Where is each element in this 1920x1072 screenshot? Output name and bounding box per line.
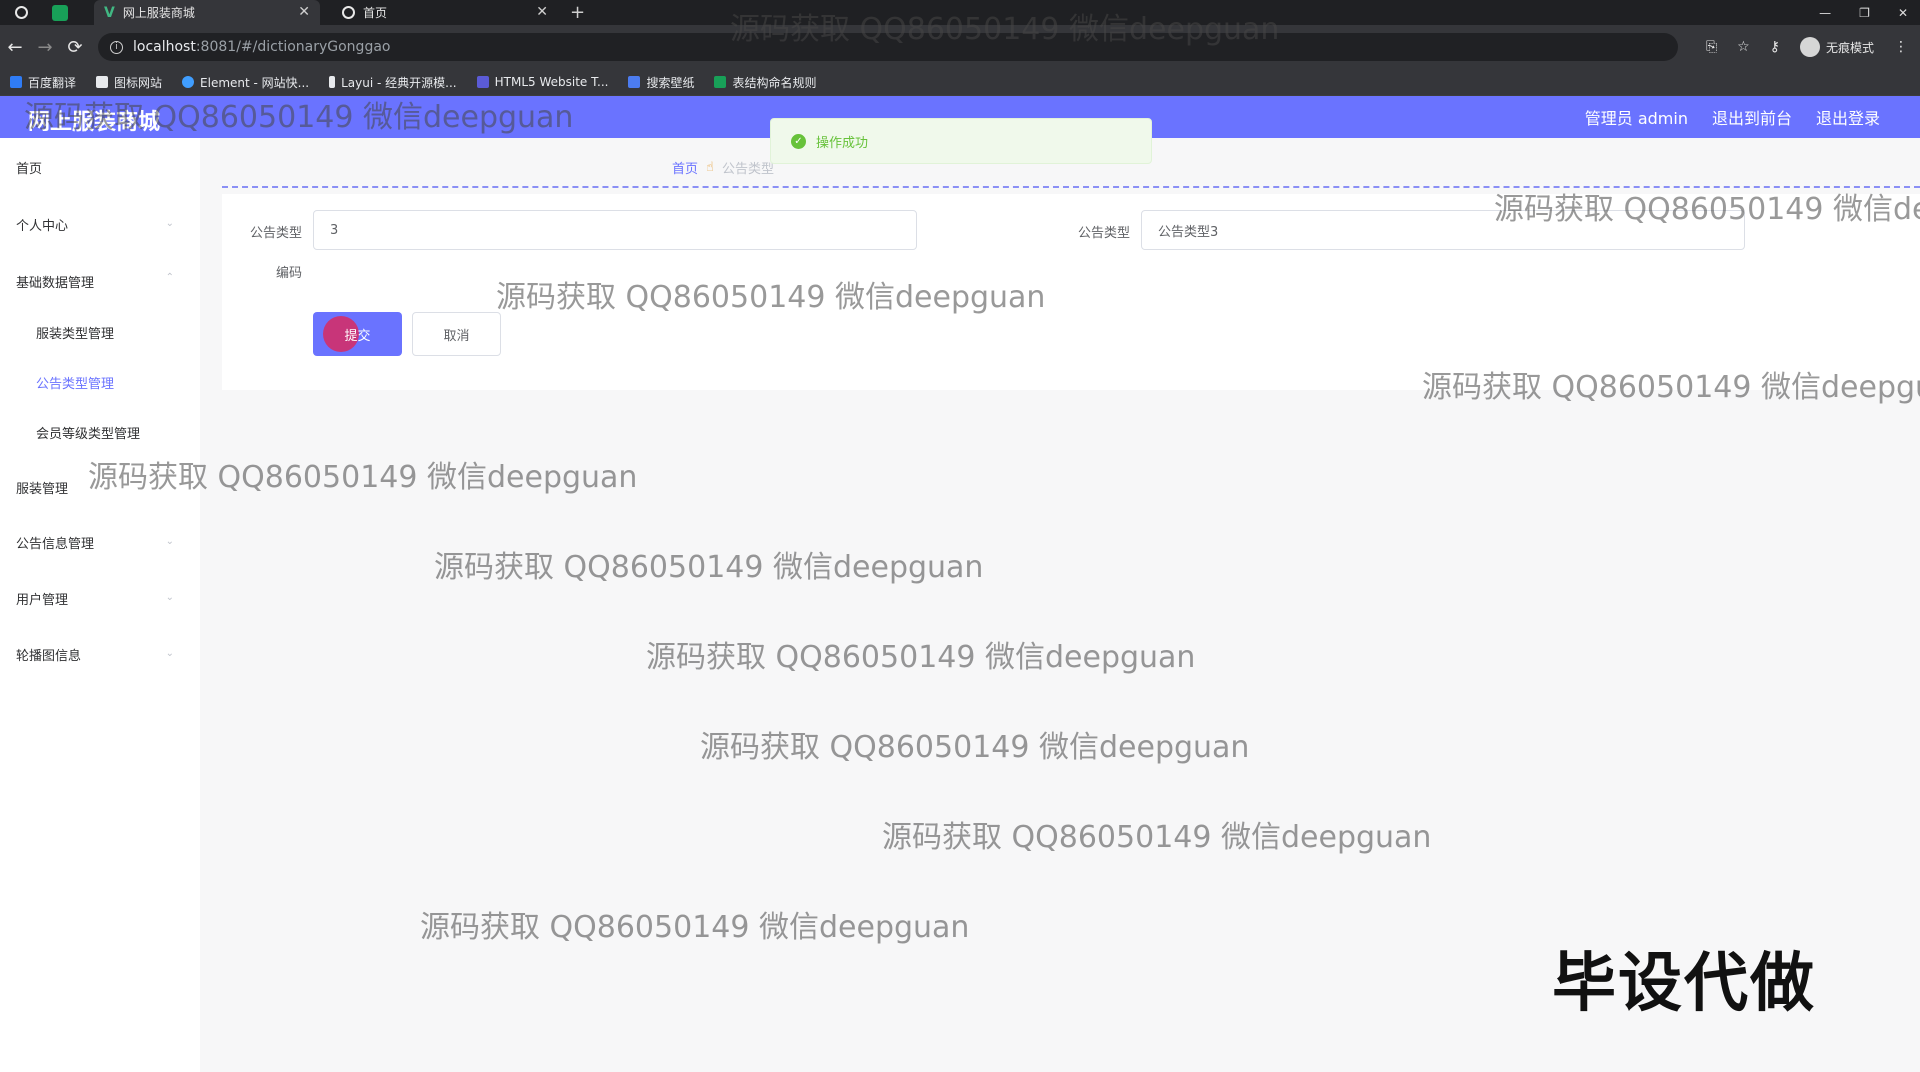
bookmark-label: Layui - 经典开源模... <box>341 75 457 90</box>
bookmark-item[interactable]: 表结构命名规则 <box>714 74 816 91</box>
reload-icon[interactable]: ⟳ <box>60 37 90 58</box>
bookmark-label: 百度翻译 <box>28 75 77 90</box>
incognito-label: 无痕模式 <box>1825 40 1874 55</box>
close-icon[interactable]: ✕ <box>298 4 310 20</box>
screen: V 网上服装商城 ✕ 首页 ✕ + — ❐ ✕ ← → ⟳ i localhos… <box>0 0 1920 1072</box>
code-label: 公告类型 <box>249 226 302 241</box>
close-window-icon[interactable]: ✕ <box>1898 6 1908 20</box>
watermark: 源码获取 QQ86050149 微信deepguan <box>1494 192 1920 227</box>
browser-toolbar-right: ⎘ ☆ ⚷ 无痕模式 ⋮ <box>1706 25 1908 69</box>
bookmark-label: 表结构命名规则 <box>732 75 817 90</box>
bookmark-icon <box>10 76 22 88</box>
back-icon[interactable]: ← <box>0 37 30 58</box>
key-icon[interactable]: ⚷ <box>1770 39 1780 55</box>
url-host: localhost <box>133 39 196 55</box>
watermark: 源码获取 QQ86050149 微信deepguan <box>24 100 574 135</box>
minimize-icon[interactable]: — <box>1819 6 1831 20</box>
sidebar: 首页 个人中心 ⌄ 基础数据管理 ⌃ 服装类型管理 公告类型管理 会员等级类型管… <box>0 138 200 1072</box>
flag-icon <box>96 76 109 88</box>
bookmark-item[interactable]: 图标网站 <box>96 74 162 91</box>
hand-icon: ☝ <box>706 160 714 175</box>
wallpaper-icon <box>628 76 641 88</box>
toast-message: 操作成功 <box>816 135 869 151</box>
sidebar-item-notice-info[interactable]: 公告信息管理 <box>16 533 94 552</box>
submit-label: 提交 <box>344 328 371 344</box>
bookmark-item[interactable]: 百度翻译 <box>10 74 76 91</box>
breadcrumb-home[interactable]: 首页 <box>672 158 698 177</box>
sidebar-item-clothing-type[interactable]: 服装类型管理 <box>36 323 114 342</box>
sidebar-item-profile[interactable]: 个人中心 <box>16 215 68 234</box>
vue-icon: V <box>104 4 115 21</box>
cancel-button[interactable]: 取消 <box>412 312 501 356</box>
success-toast: ✓ 操作成功 <box>770 118 1152 164</box>
forward-icon[interactable]: → <box>30 37 60 58</box>
more-menu-icon[interactable]: ⋮ <box>1894 39 1908 55</box>
breadcrumb: 首页 ☝ 公告类型 <box>672 158 774 177</box>
chevron-down-icon: ⌄ <box>165 218 174 229</box>
layui-icon <box>329 76 336 88</box>
submit-button[interactable]: 提交 <box>313 312 402 356</box>
star-icon[interactable]: ☆ <box>1737 39 1750 55</box>
sidebar-item-notice-type[interactable]: 公告类型管理 <box>36 373 114 392</box>
watermark: 源码获取 QQ86050149 微信deepguan <box>1422 370 1920 405</box>
watermark: 源码获取 QQ86050149 微信deepguan <box>88 460 638 495</box>
chevron-down-icon: ⌄ <box>165 592 174 603</box>
bookmark-item[interactable]: 搜索壁纸 <box>628 74 694 91</box>
tab-label: 网上服装商城 <box>122 6 195 20</box>
globe-icon <box>342 6 355 19</box>
sheet-icon <box>714 76 727 88</box>
watermark: 源码获取 QQ86050149 微信deepguan <box>700 730 1250 765</box>
sidebar-item-basic-data[interactable]: 基础数据管理 <box>16 272 94 291</box>
bookmark-label: HTML5 Website T... <box>494 75 609 89</box>
url-path: :8081/#/dictionaryGonggao <box>195 39 391 55</box>
bookmark-item[interactable]: HTML5 Website T... <box>476 75 609 89</box>
breadcrumb-current: 公告类型 <box>721 162 774 177</box>
sidebar-item-users[interactable]: 用户管理 <box>16 589 68 608</box>
header-actions: 管理员 admin 退出到前台 退出登录 <box>1585 96 1880 138</box>
tab-shop[interactable]: V 网上服装商城 ✕ <box>94 0 320 25</box>
sidebar-item-clothing[interactable]: 服装管理 <box>16 478 68 497</box>
chevron-down-icon: ⌄ <box>165 648 174 659</box>
watermark: 源码获取 QQ86050149 微信deepguan <box>496 280 1046 315</box>
stamp-watermark: 毕设代做 <box>1552 947 1816 1021</box>
chevron-down-icon: ⌄ <box>165 536 174 547</box>
name-label: 公告类型 <box>1077 226 1130 241</box>
logout-link[interactable]: 退出登录 <box>1816 105 1880 129</box>
incognito-indicator[interactable]: 无痕模式 <box>1799 37 1874 57</box>
element-icon <box>182 76 195 88</box>
notice-type-code-input[interactable]: 3 <box>313 210 917 250</box>
bookmark-item[interactable]: Element - 网站快... <box>182 74 309 91</box>
watermark: 源码获取 QQ86050149 微信deepguan <box>420 910 970 945</box>
bookmark-label: Element - 网站快... <box>200 75 310 90</box>
admin-label: 管理员 admin <box>1584 109 1688 128</box>
watermark: 源码获取 QQ86050149 微信deepguan <box>646 640 1196 675</box>
watermark: 源码获取 QQ86050149 微信deepguan <box>882 820 1432 855</box>
close-icon[interactable]: ✕ <box>536 4 548 20</box>
watermark: 源码获取 QQ86050149 微信deepguan <box>434 550 984 585</box>
bookmark-label: 图标网站 <box>114 75 163 90</box>
incognito-icon <box>1799 37 1820 57</box>
tab-home[interactable]: 首页 ✕ <box>332 0 558 25</box>
bookmark-label: 搜索壁纸 <box>646 75 695 90</box>
sidebar-item-home[interactable]: 首页 <box>16 158 42 177</box>
sidebar-item-member-level[interactable]: 会员等级类型管理 <box>36 423 140 442</box>
restore-icon[interactable]: ❐ <box>1859 6 1870 20</box>
new-tab-icon[interactable]: + <box>570 2 585 23</box>
info-icon[interactable]: i <box>110 40 123 54</box>
window-controls: — ❐ ✕ <box>1819 0 1908 25</box>
bookmark-item[interactable]: Layui - 经典开源模... <box>329 74 457 91</box>
code-label-2: 编码 <box>275 266 302 281</box>
browser-menu-icon[interactable] <box>10 0 32 25</box>
check-circle-icon: ✓ <box>791 133 806 149</box>
tab-label: 首页 <box>363 6 388 20</box>
watermark: 源码获取 QQ86050149 微信deepguan <box>730 12 1280 47</box>
html5-icon <box>476 76 489 88</box>
sidebar-item-carousel[interactable]: 轮播图信息 <box>16 645 81 664</box>
app-icon[interactable] <box>52 4 68 21</box>
chevron-up-icon: ⌃ <box>165 272 174 283</box>
exit-to-front-link[interactable]: 退出到前台 <box>1712 105 1792 129</box>
translate-icon[interactable]: ⎘ <box>1706 39 1717 55</box>
